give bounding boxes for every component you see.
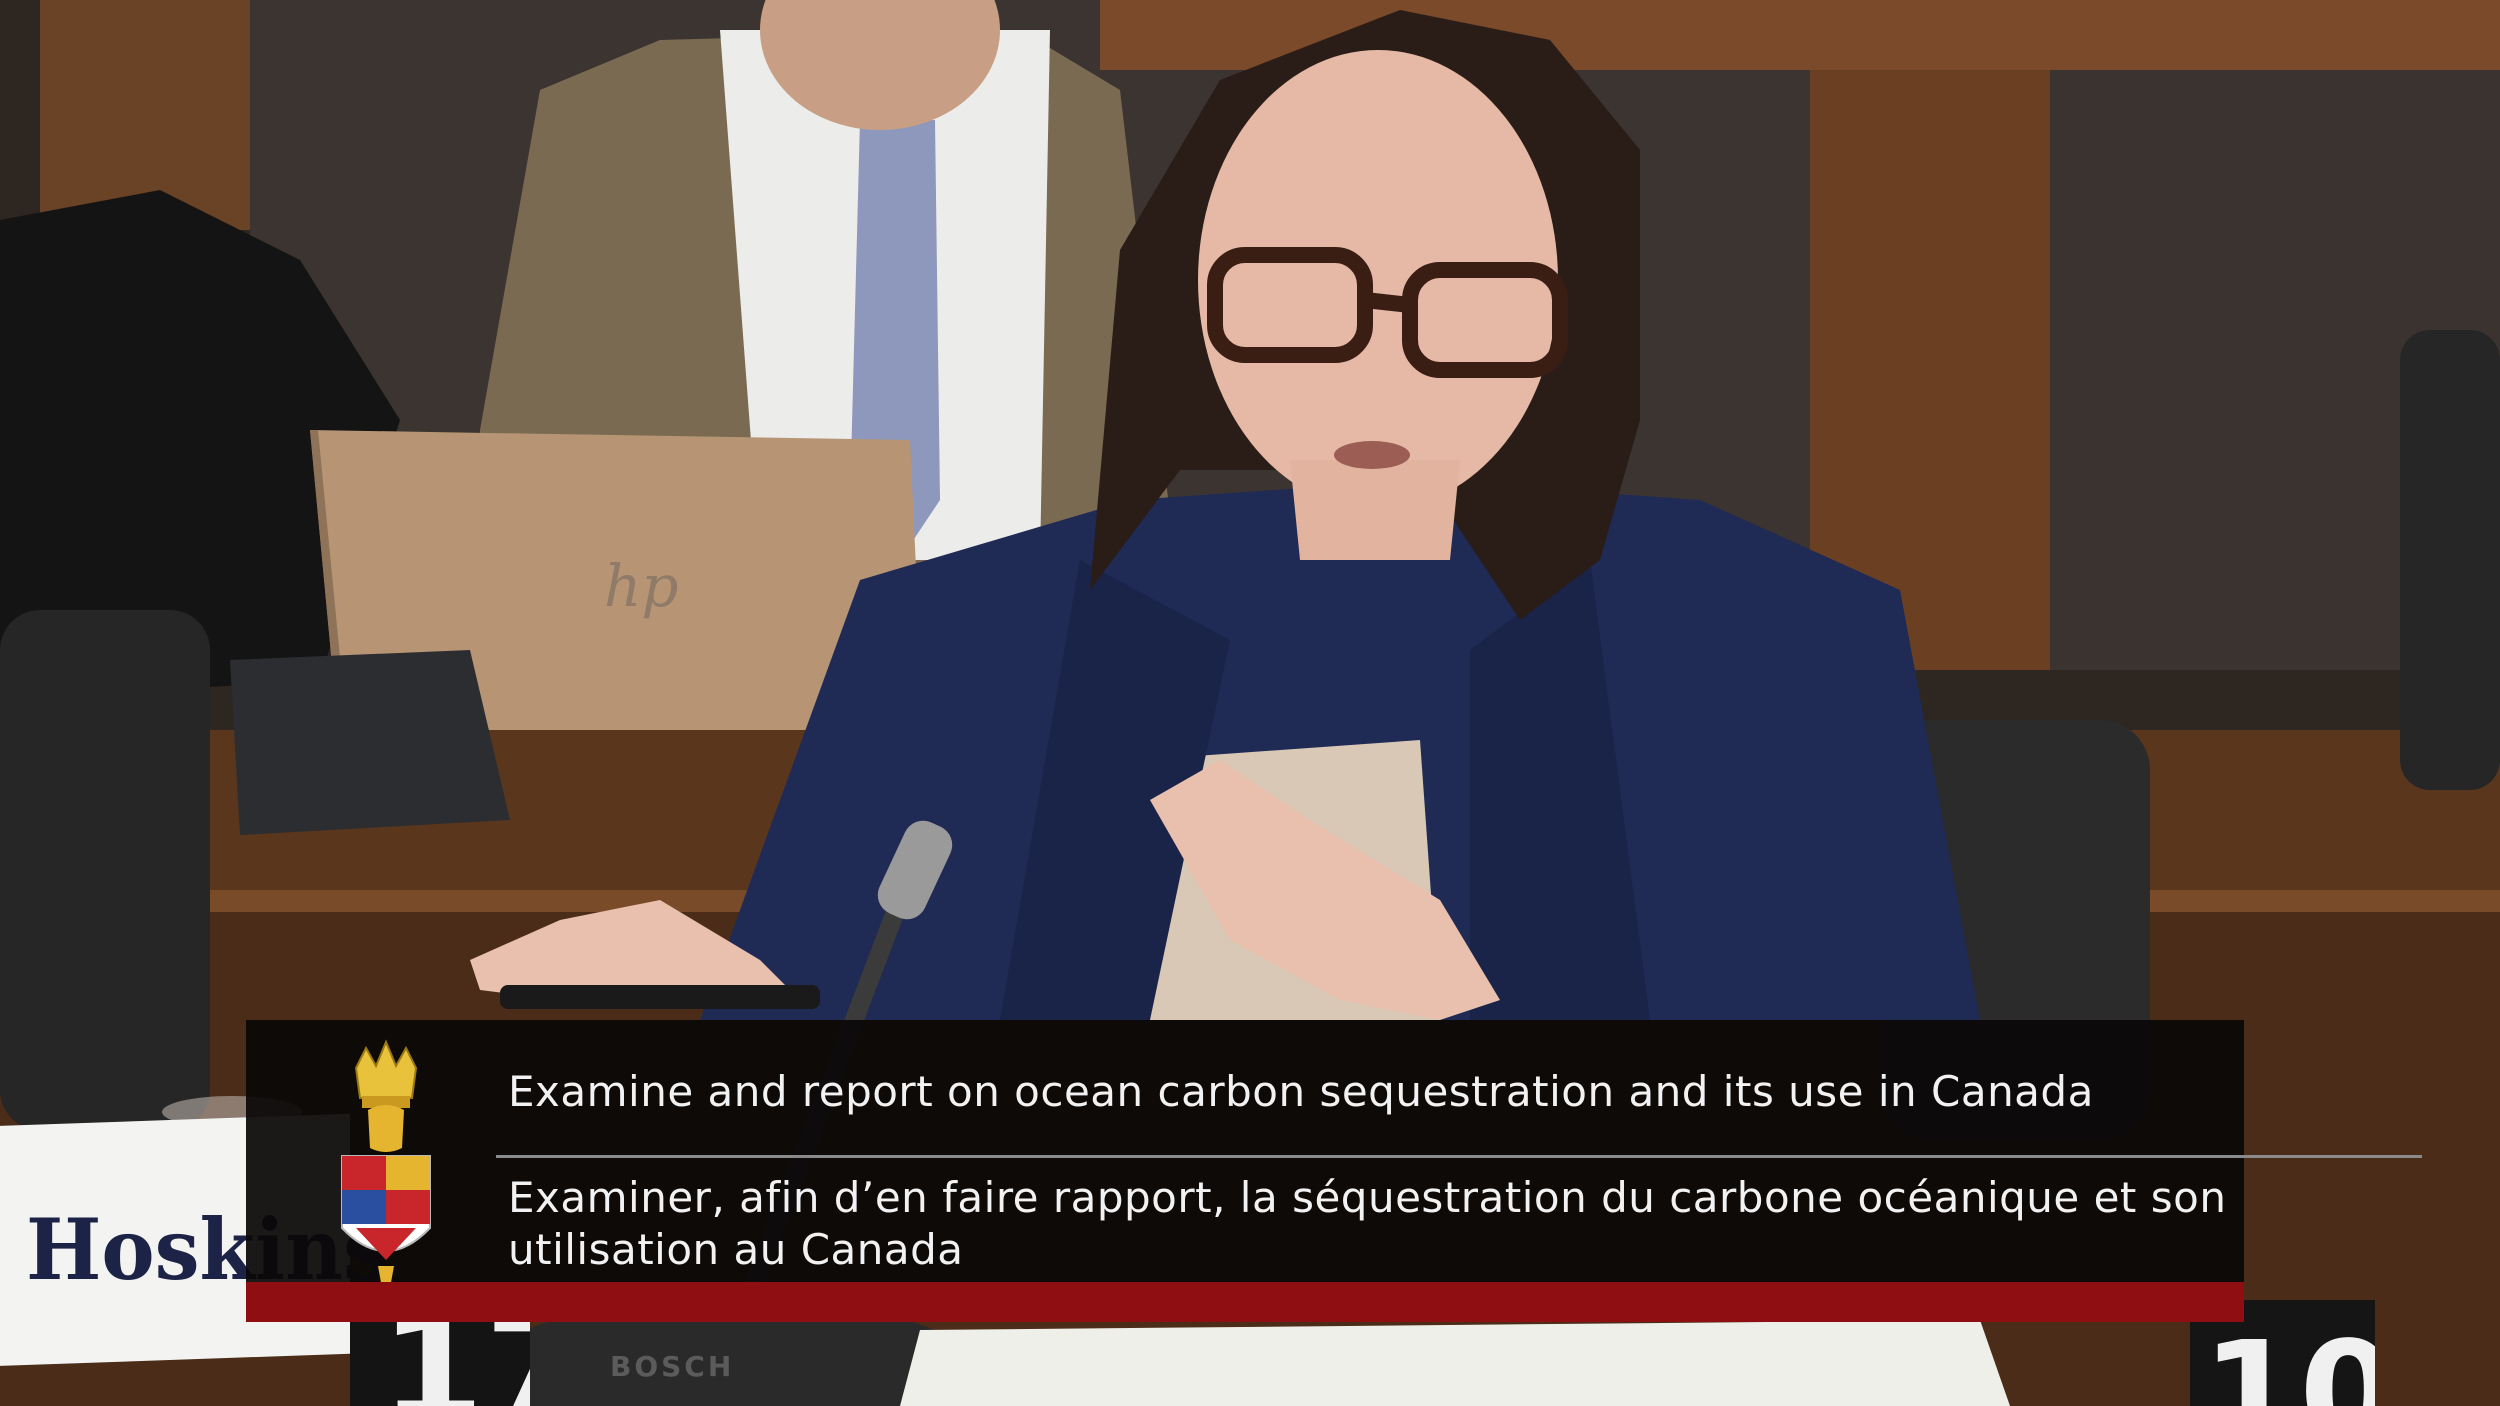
video-frame: hp Hoskins 17 10 BOSCH Examine and repor…: [0, 0, 2500, 1406]
caption-divider: [496, 1155, 2422, 1158]
chair-far-right: [2400, 330, 2500, 790]
senate-crest-icon: [341, 1039, 431, 1288]
caption-english: Examine and report on ocean carbon seque…: [508, 1067, 2094, 1116]
phone: [500, 985, 820, 1009]
microphone-brand: BOSCH: [610, 1350, 735, 1383]
laptop-logo: hp: [604, 552, 679, 620]
speaker-mouth: [1334, 441, 1410, 469]
chair-left: [0, 610, 210, 1130]
desk-papers: [900, 1320, 2010, 1406]
desk-console: [230, 650, 510, 835]
caption-french: Examiner, afin d’en faire rapport, la sé…: [508, 1173, 2227, 1274]
lower-third-caption: Examine and report on ocean carbon seque…: [246, 1020, 2422, 1288]
speaker-neck: [1290, 460, 1460, 560]
seat-number-right-text: 10: [2202, 1312, 2375, 1406]
caption-accent-stripe: [246, 1282, 2244, 1322]
speaker-face: [1198, 50, 1558, 510]
